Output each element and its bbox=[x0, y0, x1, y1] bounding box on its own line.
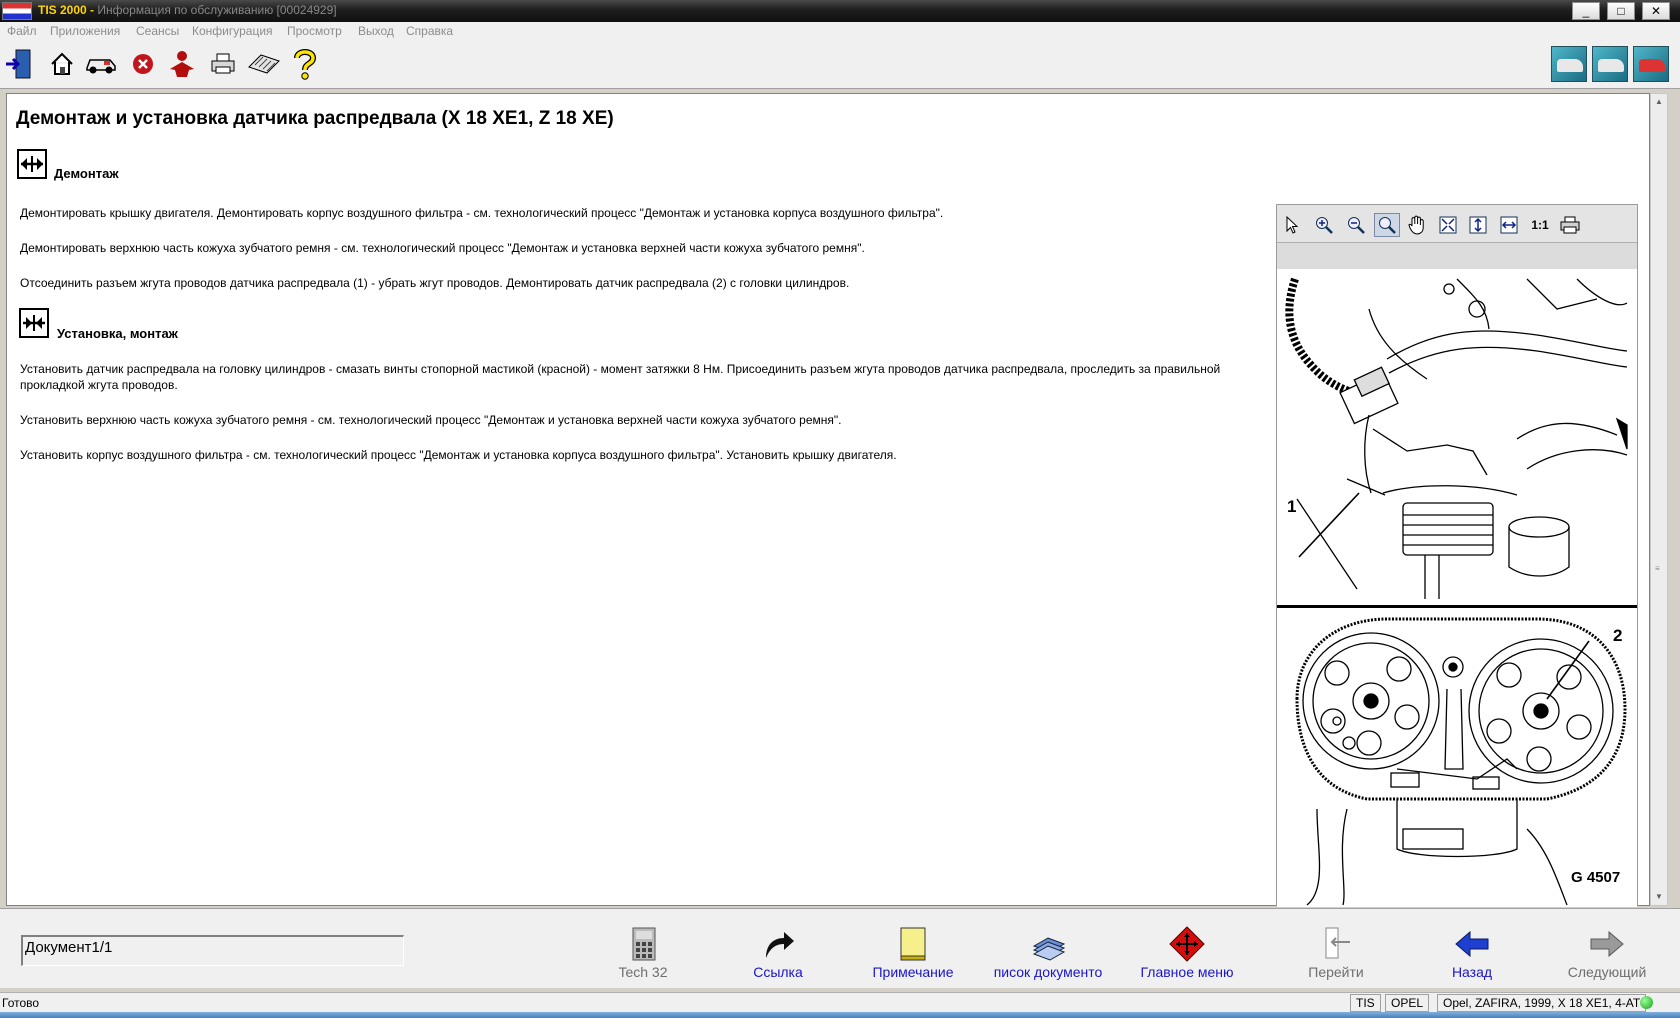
vehicle-repair-icon[interactable] bbox=[1633, 46, 1669, 82]
menu-file[interactable]: Файл bbox=[7, 24, 37, 38]
document-list-label: писок документо bbox=[993, 964, 1103, 980]
fit-page-icon[interactable] bbox=[1435, 213, 1461, 237]
removal-step-2: Демонтировать верхнюю часть кожуха зубча… bbox=[20, 241, 865, 255]
technical-drawing[interactable]: 1 2 G 4507 bbox=[1277, 269, 1637, 907]
callout-1: 1 bbox=[1287, 497, 1297, 516]
vehicle-diagnosis-icon[interactable] bbox=[1592, 46, 1628, 82]
document-counter-field: Документ1/1 bbox=[21, 935, 404, 966]
menu-sessions[interactable]: Сеансы bbox=[136, 24, 179, 38]
next-label: Следующий bbox=[1567, 964, 1647, 980]
vehicle-icon[interactable] bbox=[84, 47, 118, 81]
print-icon[interactable] bbox=[206, 47, 240, 81]
back-arrow-icon bbox=[1455, 930, 1489, 958]
pan-hand-icon[interactable] bbox=[1404, 213, 1430, 237]
engine-illustration bbox=[1277, 277, 1637, 906]
connection-status-icon bbox=[1640, 996, 1653, 1009]
status-vehicle: Opel, ZAFIRA, 1999, X 18 XE1, 4-AT bbox=[1437, 994, 1647, 1012]
help-icon[interactable] bbox=[288, 47, 322, 81]
app-name: TIS 2000 - bbox=[38, 3, 95, 17]
section-install-heading: Установка, монтаж bbox=[57, 326, 178, 341]
removal-icon bbox=[17, 149, 47, 179]
removal-step-1: Демонтировать крышку двигателя. Демонтир… bbox=[20, 206, 944, 220]
actual-size-button[interactable]: 1:1 bbox=[1527, 213, 1553, 237]
goto-icon bbox=[1325, 927, 1350, 959]
main-menu-button[interactable]: Главное меню bbox=[1107, 922, 1267, 982]
removal-step-3: Отсоединить разъем жгута проводов датчик… bbox=[20, 276, 850, 290]
scroll-up-icon[interactable]: ▲ bbox=[1651, 94, 1667, 110]
window-title: TIS 2000 - Информация по обслуживанию [0… bbox=[38, 3, 337, 17]
install-step-1: Установить датчик распредвала на головку… bbox=[20, 362, 1221, 392]
next-button[interactable]: Следующий bbox=[1527, 922, 1680, 982]
install-step-2: Установить верхнюю часть кожуха зубчатог… bbox=[20, 413, 842, 427]
maximize-button[interactable]: □ bbox=[1607, 2, 1635, 20]
installation-icon bbox=[19, 308, 49, 338]
next-arrow-icon bbox=[1590, 930, 1624, 958]
taskbar bbox=[0, 1012, 1680, 1018]
window-subtitle: Информация по обслуживанию [00024929] bbox=[97, 3, 337, 17]
close-button[interactable]: ✕ bbox=[1642, 2, 1670, 20]
main-menu-icon bbox=[1169, 926, 1205, 962]
menu-help[interactable]: Справка bbox=[406, 24, 453, 38]
status-app: TIS bbox=[1350, 994, 1381, 1012]
title-bar: TIS 2000 - Информация по обслуживанию [0… bbox=[0, 0, 1680, 22]
viewer-toolbar: 1:1 bbox=[1277, 205, 1637, 243]
vehicle-service-icon[interactable] bbox=[1551, 46, 1587, 82]
zoom-in-icon[interactable] bbox=[1311, 213, 1337, 237]
main-toolbar bbox=[0, 42, 1680, 89]
status-text: Готово bbox=[2, 996, 40, 1010]
calculator-icon bbox=[632, 927, 656, 961]
stop-icon[interactable] bbox=[126, 47, 160, 81]
keyboard-icon[interactable] bbox=[247, 47, 281, 81]
document-list-icon bbox=[1032, 937, 1066, 961]
app-logo bbox=[2, 2, 32, 20]
menu-configuration[interactable]: Конфигурация bbox=[192, 24, 273, 38]
fit-height-icon[interactable] bbox=[1465, 213, 1491, 237]
zoom-out-icon[interactable] bbox=[1343, 213, 1369, 237]
fit-width-icon[interactable] bbox=[1496, 213, 1522, 237]
pointer-icon[interactable] bbox=[1279, 213, 1305, 237]
status-bar: Готово TIS OPEL Opel, ZAFIRA, 1999, X 18… bbox=[0, 992, 1680, 1012]
section-removal-heading: Демонтаж bbox=[54, 166, 119, 181]
viewer-print-icon[interactable] bbox=[1557, 213, 1583, 237]
status-brand: OPEL bbox=[1385, 994, 1430, 1012]
zoom-window-icon[interactable] bbox=[1374, 213, 1400, 237]
viewer-strip bbox=[1277, 243, 1637, 269]
figure-code: G 4507 bbox=[1571, 869, 1621, 886]
document-list-button[interactable]: писок документо bbox=[968, 922, 1128, 982]
scroll-down-icon[interactable]: ▼ bbox=[1651, 889, 1667, 905]
menu-view[interactable]: Просмотр bbox=[287, 24, 342, 38]
minimize-button[interactable]: _ bbox=[1572, 2, 1600, 20]
menu-bar: Файл Приложения Сеансы Конфигурация Прос… bbox=[0, 22, 1680, 42]
menu-exit[interactable]: Выход bbox=[358, 24, 394, 38]
main-menu-label: Главное меню bbox=[1140, 964, 1234, 980]
home-icon[interactable] bbox=[45, 47, 79, 81]
menu-applications[interactable]: Приложения bbox=[50, 24, 120, 38]
scroll-grip-icon[interactable]: ≡ bbox=[1655, 564, 1663, 573]
person-icon[interactable] bbox=[165, 47, 199, 81]
exit-icon[interactable] bbox=[2, 47, 36, 81]
curved-arrow-icon bbox=[766, 932, 794, 958]
document-title: Демонтаж и установка датчика распредвала… bbox=[16, 108, 614, 129]
note-icon bbox=[900, 927, 926, 961]
install-step-3: Установить корпус воздушного фильтра - с… bbox=[20, 448, 897, 462]
callout-2: 2 bbox=[1613, 626, 1623, 645]
vertical-scrollbar[interactable]: ▲ ≡ ▼ bbox=[1650, 93, 1668, 906]
image-viewer: 1:1 1 2 G 4507 bbox=[1276, 204, 1638, 907]
